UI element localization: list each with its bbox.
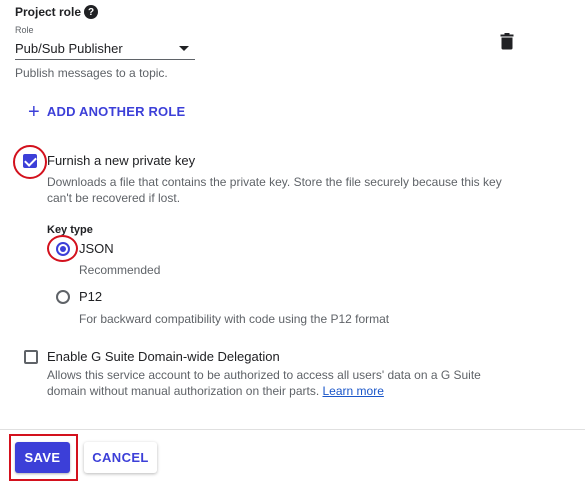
key-type-label: Key type: [47, 224, 93, 236]
plus-icon: +: [28, 100, 40, 123]
add-another-role-button[interactable]: + ADD ANOTHER ROLE: [28, 100, 186, 123]
footer-divider: [0, 429, 585, 430]
p12-option-description: For backward compatibility with code usi…: [79, 312, 390, 326]
json-radio[interactable]: [56, 242, 70, 256]
project-role-heading-text: Project role: [15, 5, 82, 19]
gsuite-delegation-checkbox[interactable]: [24, 350, 38, 364]
furnish-private-key-checkbox[interactable]: [23, 154, 37, 168]
gsuite-delegation-description-text: Allows this service account to be author…: [47, 368, 481, 398]
role-select[interactable]: Pub/Sub Publisher: [15, 38, 195, 60]
radio-selected-dot: [60, 246, 66, 252]
json-option-label: JSON: [79, 241, 114, 256]
add-another-role-label: ADD ANOTHER ROLE: [46, 104, 186, 119]
help-icon[interactable]: ?: [84, 5, 99, 19]
learn-more-link[interactable]: Learn more: [323, 384, 384, 398]
furnish-private-key-label: Furnish a new private key: [47, 153, 196, 168]
highlight-rect-save: [9, 434, 78, 481]
p12-option-label: P12: [79, 289, 103, 304]
role-field-label: Role: [15, 25, 34, 35]
checkmark-icon: [24, 154, 37, 167]
cancel-button[interactable]: CANCEL: [84, 442, 157, 473]
role-description: Publish messages to a topic.: [15, 66, 168, 80]
furnish-private-key-description: Downloads a file that contains the priva…: [47, 175, 502, 205]
p12-radio[interactable]: [56, 290, 70, 304]
project-role-heading: Project role ?: [15, 5, 99, 19]
gsuite-delegation-label: Enable G Suite Domain-wide Delegation: [47, 349, 280, 364]
dropdown-caret-icon: [179, 46, 189, 51]
gsuite-delegation-description: Allows this service account to be author…: [47, 368, 517, 399]
json-option-description: Recommended: [79, 263, 161, 277]
delete-trash-icon[interactable]: [500, 33, 514, 50]
role-select-value: Pub/Sub Publisher: [15, 41, 123, 56]
